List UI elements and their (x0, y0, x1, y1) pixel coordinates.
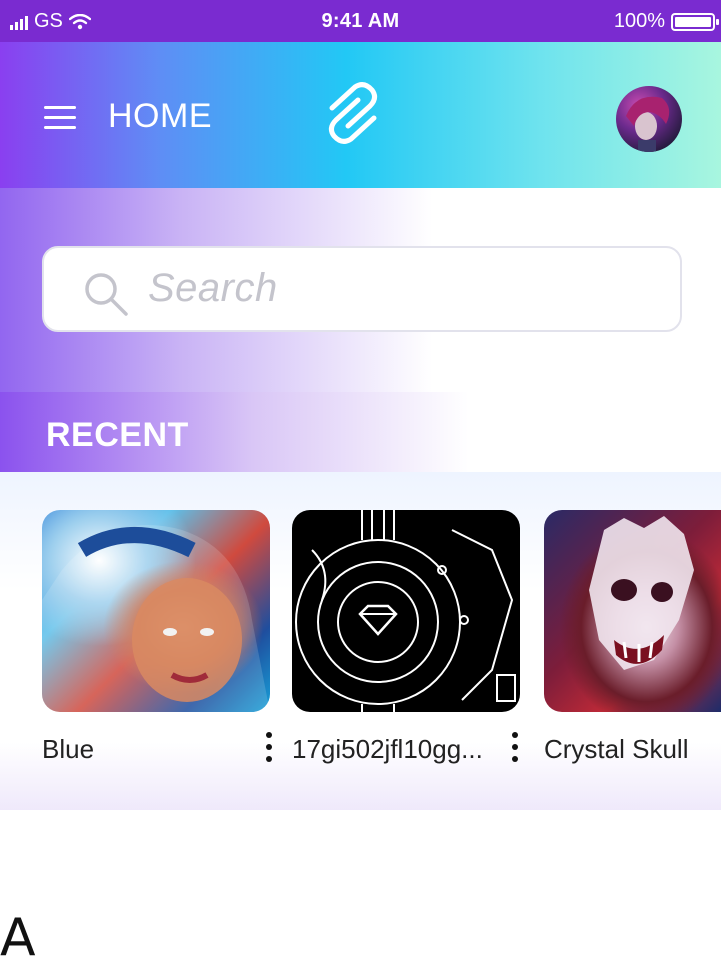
menu-icon[interactable] (44, 106, 76, 130)
logo-icon (328, 82, 378, 144)
search-section: Search (0, 188, 721, 392)
recent-title: RECENT (46, 416, 189, 454)
recent-card-blue[interactable] (42, 510, 270, 712)
more-options-icon[interactable] (510, 730, 520, 764)
avatar[interactable] (616, 86, 682, 152)
status-time: 9:41 AM (321, 10, 400, 32)
search-icon (85, 273, 128, 316)
recent-list: Blue 17gi502jfl10gg... Crystal Skull (0, 472, 721, 810)
more-options-icon[interactable] (264, 730, 274, 764)
page-title: HOME (108, 97, 212, 135)
status-right: 100% (613, 10, 719, 33)
recent-card-label: Blue (42, 734, 95, 764)
status-bar: GS 9:41 AM 100% (0, 0, 721, 42)
search-placeholder: Search (148, 266, 278, 310)
artwork-skull-image (589, 516, 694, 670)
footer-letter: A (0, 908, 36, 968)
battery-percent: 100% (613, 10, 665, 32)
recent-header: RECENT (0, 392, 721, 472)
battery-fill (675, 16, 711, 27)
search-input[interactable]: Search (42, 246, 682, 332)
recent-card-label: 17gi502jfl10gg... (292, 734, 483, 764)
recent-card-17gi502[interactable] (292, 510, 520, 712)
recent-card-crystal-skull[interactable] (544, 510, 721, 712)
avatar-portrait-icon (626, 96, 670, 152)
artwork-diamond-image (295, 510, 516, 712)
battery-icon (671, 12, 719, 31)
app-header: HOME (0, 42, 721, 188)
artwork-blue-image (42, 525, 270, 712)
recent-card-label: Crystal Skull (544, 734, 689, 764)
